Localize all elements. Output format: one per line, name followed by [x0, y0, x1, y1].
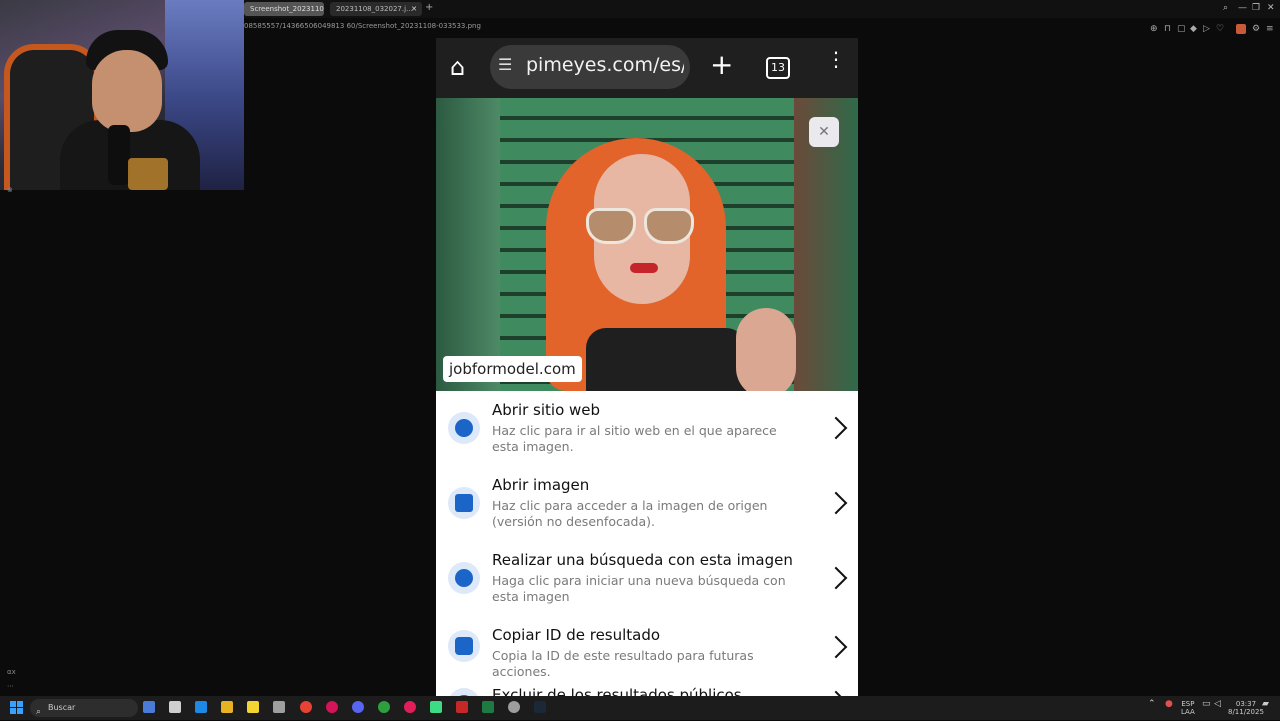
heart-icon[interactable]: ♡: [1216, 24, 1224, 34]
item-description: Haz clic para acceder a la imagen de ori…: [492, 498, 768, 529]
item-title: Abrir sitio web: [492, 401, 601, 419]
mobile-browser-bar: ⌂ ☰ pimeyes.com/es/re + 13 ⋮: [436, 38, 858, 98]
webcam-overlay: [0, 0, 244, 190]
extensions-icon[interactable]: ⚙: [1252, 24, 1260, 34]
chevron-right-icon: [824, 491, 848, 515]
microphone: [108, 125, 130, 185]
item-title: Excluir de los resultados públicos: [492, 686, 742, 696]
tab-active-image[interactable]: 20231108_032027.j… ✕: [330, 2, 422, 16]
list-item-open-website[interactable]: Abrir sitio web Haz clic para ir al siti…: [436, 391, 858, 467]
clock[interactable]: 03:37 8/11/2025: [1228, 700, 1264, 716]
tab-count-button[interactable]: 13: [766, 57, 790, 79]
photo-lips: [630, 263, 658, 273]
lang-layout: LAA: [1181, 708, 1195, 716]
search-placeholder: Buscar: [48, 703, 76, 712]
more-menu-icon[interactable]: ⋮: [826, 49, 846, 69]
taskbar-search-input[interactable]: ⌕ Buscar: [30, 699, 138, 717]
new-tab-button[interactable]: +: [425, 2, 433, 13]
search-icon[interactable]: ⌕: [1223, 3, 1228, 13]
source-domain-label: jobformodel.com: [443, 356, 582, 382]
zoom-icon[interactable]: ⊕: [1150, 24, 1158, 34]
notifications-icon[interactable]: ▰: [1262, 700, 1269, 709]
photo-blur-left: [436, 98, 500, 391]
tab-title: 20231108_032027.j…: [336, 5, 414, 13]
microphone-icon[interactable]: ●: [1165, 700, 1173, 709]
minimize-icon[interactable]: —: [1238, 3, 1247, 13]
image-icon: [448, 487, 480, 519]
shield-icon[interactable]: ◆: [1190, 24, 1197, 34]
new-tab-icon[interactable]: +: [710, 50, 733, 80]
task-view-icon[interactable]: [169, 701, 182, 713]
item-title: Abrir imagen: [492, 476, 590, 494]
list-item-exclude[interactable]: Excluir de los resultados públicos: [436, 676, 858, 696]
reader-icon[interactable]: ▢: [1177, 24, 1186, 34]
item-title: Realizar una búsqueda con esta imagen: [492, 551, 793, 569]
discord-icon[interactable]: [351, 701, 364, 713]
opera-icon[interactable]: [325, 701, 338, 713]
xbox-icon[interactable]: [377, 701, 390, 713]
close-tab-icon[interactable]: ✕: [411, 2, 417, 16]
photo-shirt: [586, 328, 746, 391]
taskbar-apps: [143, 701, 555, 720]
network-icon[interactable]: ▭: [1202, 700, 1211, 709]
chevron-right-icon: [824, 416, 848, 440]
chevron-right-icon: [824, 566, 848, 590]
site-settings-icon[interactable]: ☰: [498, 55, 512, 74]
shirt-print: [128, 158, 168, 190]
close-icon[interactable]: ✕: [809, 117, 839, 147]
sidebar-icon-bottom[interactable]: αx: [7, 668, 16, 676]
more-icon[interactable]: ⋯: [7, 682, 14, 690]
bookmark-icon[interactable]: ⊓: [1164, 24, 1171, 34]
windows-taskbar: ⌕ Buscar ⌃ ● ESP LAA ▭ ◁ 03:37 8/11/2025 ▰: [0, 696, 1280, 720]
close-window-icon[interactable]: ✕: [1267, 3, 1275, 13]
sidebar-icon[interactable]: ⊗: [7, 186, 13, 194]
home-icon[interactable]: ⌂: [450, 54, 476, 80]
folder-icon[interactable]: [221, 701, 234, 713]
tray-overflow-icon[interactable]: ⌃: [1148, 700, 1156, 709]
item-title: Copiar ID de resultado: [492, 626, 661, 644]
lang-code: ESP: [1181, 700, 1195, 708]
streamer-face: [92, 50, 162, 132]
copy-icon: [448, 630, 480, 662]
globe-icon: [448, 412, 480, 444]
extension-icon[interactable]: [1236, 24, 1246, 34]
search-icon: [448, 562, 480, 594]
chrome-icon[interactable]: [299, 701, 312, 713]
sticky-notes-icon[interactable]: [247, 701, 260, 713]
mobile-url-pill[interactable]: ☰ pimeyes.com/es/re: [490, 45, 690, 89]
item-description: Haga clic para iniciar una nueva búsqued…: [492, 573, 786, 604]
clock-time: 03:37: [1235, 700, 1257, 708]
play-icon[interactable]: ▷: [1203, 24, 1210, 34]
app-icon[interactable]: [456, 701, 469, 713]
exclude-icon: [448, 688, 480, 696]
list-item-copy-id[interactable]: Copiar ID de resultado Copia la ID de es…: [436, 616, 858, 679]
widgets-icon[interactable]: [143, 701, 155, 713]
address-bar[interactable]: 08585557/14366506049813 60/Screenshot_20…: [244, 22, 481, 30]
settings-icon[interactable]: [508, 701, 521, 713]
windows-start-icon[interactable]: [10, 701, 23, 714]
mobile-url: pimeyes.com/es/re: [526, 54, 684, 76]
media-player-icon[interactable]: [403, 701, 416, 713]
item-description: Copia la ID de este resultado para futur…: [492, 648, 754, 679]
list-item-search-with-image[interactable]: Realizar una búsqueda con esta imagen Ha…: [436, 541, 858, 617]
volume-icon[interactable]: ◁: [1214, 700, 1221, 709]
excel-icon[interactable]: [482, 701, 495, 713]
language-indicator[interactable]: ESP LAA: [1181, 700, 1195, 716]
mail-icon[interactable]: [195, 701, 208, 713]
steam-icon[interactable]: [534, 701, 547, 713]
clock-date: 8/11/2025: [1228, 708, 1264, 716]
calculator-icon[interactable]: [273, 701, 286, 713]
chevron-right-icon: [824, 635, 848, 659]
play-store-icon[interactable]: [430, 701, 443, 713]
search-icon: ⌕: [36, 707, 42, 717]
list-item-open-image[interactable]: Abrir imagen Haz clic para acceder a la …: [436, 466, 858, 542]
menu-icon[interactable]: ≡: [1266, 24, 1274, 34]
photo-sunglasses: [586, 208, 698, 246]
maximize-icon[interactable]: ❐: [1252, 3, 1260, 13]
photo-arm: [736, 308, 796, 391]
phone-screenshot: ⌂ ☰ pimeyes.com/es/re + 13 ⋮ ✕ jobformod…: [436, 38, 858, 696]
item-description: Haz clic para ir al sitio web en el que …: [492, 423, 777, 454]
tab-screenshot[interactable]: Screenshot_20231108-0…: [244, 2, 324, 16]
result-photo: [436, 98, 858, 391]
